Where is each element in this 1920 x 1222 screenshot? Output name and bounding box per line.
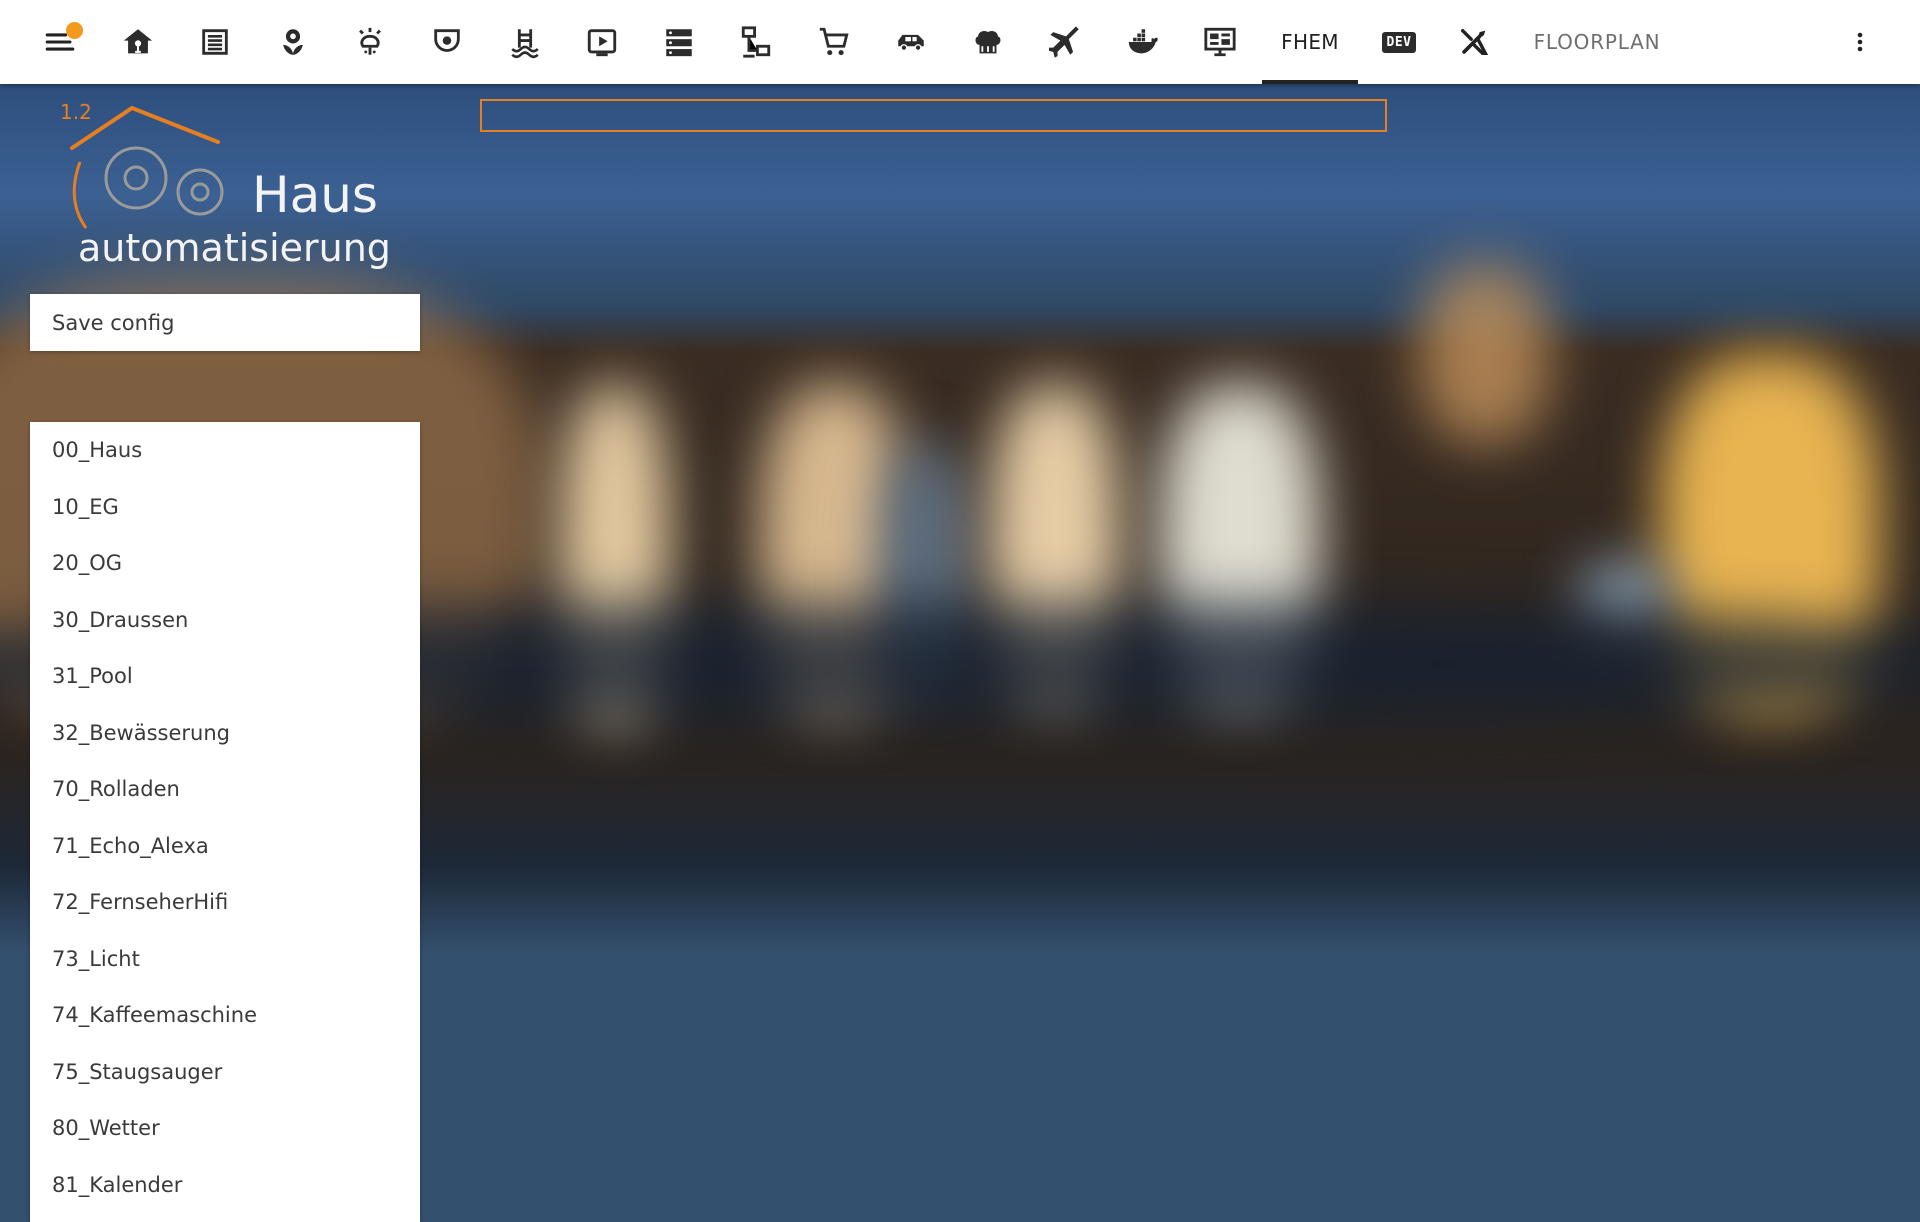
home-icon[interactable] [116,0,160,84]
room-item[interactable]: 20_OG [30,535,420,592]
room-item[interactable]: 32_Bewässerung [30,705,420,762]
room-item[interactable]: 00_Haus [30,422,420,479]
notification-dot [66,22,83,39]
monitor-dashboard-icon[interactable] [1198,0,1242,84]
room-item[interactable]: 70_Rolladen [30,761,420,818]
network-icon[interactable] [734,0,778,84]
dev-badge: DEV [1381,31,1417,53]
hamburger-menu-icon[interactable] [38,0,82,84]
room-item[interactable]: 31_Pool [30,648,420,705]
tools-icon[interactable] [1452,0,1496,84]
room-item-label: 80_Wetter [52,1116,160,1141]
tab-floorplan[interactable]: FLOORPLAN [1532,0,1662,84]
room-item-label: 72_FernseherHifi [52,890,229,915]
room-item-label: 31_Pool [52,664,133,689]
tab-floorplan-label: FLOORPLAN [1533,30,1661,54]
more-vert-icon[interactable] [1848,0,1872,84]
room-item-label: 00_Haus [52,438,143,463]
room-item-label: 71_Echo_Alexa [52,833,209,858]
room-item-label: 32_Bewässerung [52,720,230,745]
room-item[interactable]: 10_EG [30,479,420,536]
version-label: 1.2 [60,100,92,124]
room-item-label: 81_Kalender [52,1172,183,1197]
app-logo: 1.2 Haus automatisierung [58,100,391,280]
logo-subtitle: automatisierung [78,226,391,270]
garden-flower-icon[interactable] [271,0,315,84]
room-item-label: 10_EG [52,494,119,519]
room-item-label: 73_Licht [52,946,140,971]
dev-icon[interactable]: DEV [1378,0,1420,84]
logo-title: Haus [252,166,378,224]
media-play-icon[interactable] [580,0,624,84]
sprinkler-icon[interactable] [348,0,392,84]
server-icon[interactable] [657,0,701,84]
car-icon[interactable] [889,0,933,84]
tab-fhem-label: FHEM [1281,30,1339,54]
room-item[interactable]: 81_Kalender [30,1157,420,1214]
room-item-label: 70_Rolladen [52,777,180,802]
room-item[interactable]: 80_Wetter [30,1100,420,1157]
room-item-label: 30_Draussen [52,607,189,632]
garage-icon[interactable] [193,0,237,84]
room-item[interactable]: 71_Echo_Alexa [30,818,420,875]
search-input[interactable] [480,99,1387,132]
chef-hat-icon[interactable] [966,0,1010,84]
room-item[interactable]: 74_Kaffeemaschine [30,987,420,1044]
save-config-label: Save config [52,310,175,335]
tab-fhem[interactable]: FHEM [1262,0,1358,84]
room-item[interactable]: 72_FernseherHifi [30,874,420,931]
docker-icon[interactable] [1121,0,1165,84]
room-item-label: 20_OG [52,551,123,576]
security-camera-icon[interactable] [425,0,469,84]
airplane-icon[interactable] [1044,0,1088,84]
room-item-label: 74_Kaffeemaschine [52,1003,257,1028]
room-item[interactable]: 30_Draussen [30,592,420,649]
room-item[interactable]: 73_Licht [30,931,420,988]
pool-icon[interactable] [503,0,547,84]
save-config-button[interactable]: Save config [30,294,420,351]
room-list: 00_Haus 10_EG 20_OG 30_Draussen 31_Pool 32_Be… [30,422,420,1222]
top-toolbar: FHEM DEV FLOORPLAN [0,0,1920,84]
room-item-label: 75_Staugsauger [52,1059,223,1084]
shopping-cart-icon[interactable] [812,0,856,84]
room-item[interactable]: 75_Staugsauger [30,1044,420,1101]
